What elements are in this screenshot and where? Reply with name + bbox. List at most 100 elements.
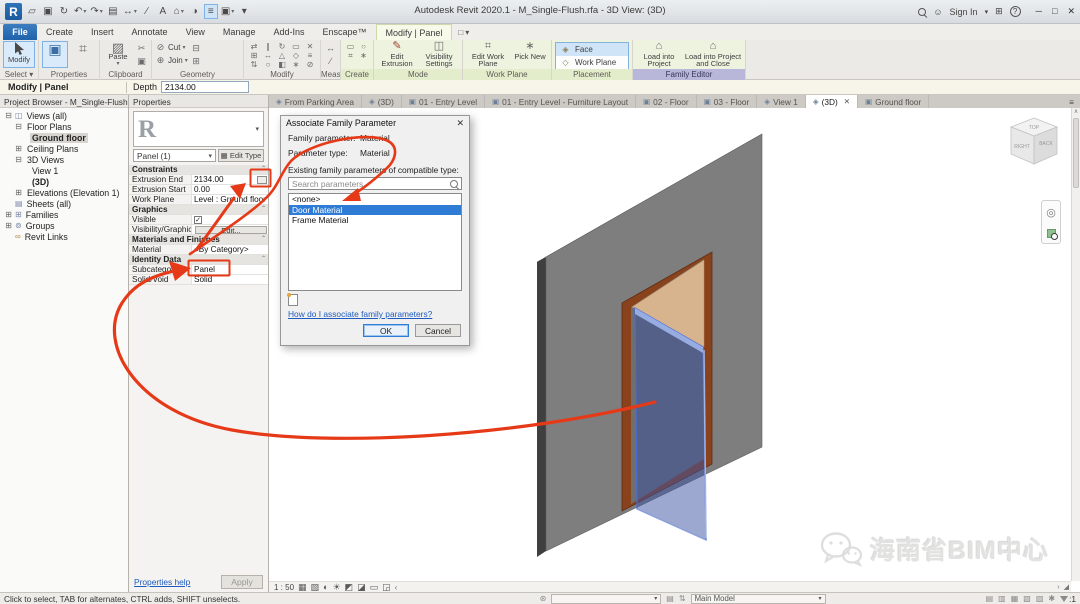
minimize-button[interactable]: ─ — [1036, 6, 1042, 17]
new-parameter-button[interactable] — [288, 294, 298, 306]
scale-icon[interactable]: ⇅ — [251, 60, 258, 69]
collapse-section-icon[interactable]: ˆ — [262, 255, 268, 264]
associate-parameter-button[interactable] — [257, 176, 267, 184]
reveal-hidden-elements-icon[interactable]: ◲ — [382, 582, 391, 593]
tree-item-families[interactable]: ⊞⊞Families — [0, 209, 128, 220]
unpin-icon[interactable]: ◧ — [278, 60, 286, 69]
cut-geometry-button[interactable]: ⊘Cut▾ — [155, 41, 188, 54]
measure-between-icon[interactable]: ↔ — [324, 42, 337, 54]
paint-icon[interactable]: ⊞ — [190, 55, 203, 67]
family-types-button[interactable]: ⌗ — [70, 41, 96, 68]
associate-help-link[interactable]: How do I associate family parameters? — [288, 309, 432, 319]
open-icon[interactable]: ▱ — [25, 4, 39, 19]
parameter-item-frame-material[interactable]: Frame Material — [289, 215, 461, 226]
align-icon[interactable]: ↔ — [264, 51, 272, 60]
tab-add-ins[interactable]: Add-Ins — [264, 24, 313, 40]
tab-insert[interactable]: Insert — [82, 24, 123, 40]
ok-button[interactable]: OK — [363, 324, 409, 337]
vertical-scrollbar[interactable]: ∧ — [1071, 108, 1080, 581]
aligned-dimension-icon[interactable]: ∕ — [140, 4, 154, 19]
section-icon[interactable]: ◑ — [188, 4, 202, 19]
scroll-right-icon[interactable]: › — [1057, 584, 1059, 591]
offset-icon[interactable]: ∥ — [266, 42, 270, 51]
paste-button[interactable]: ▨Paste▾ — [103, 41, 133, 68]
depth-input[interactable]: 2134.00 — [161, 81, 249, 93]
section-graphics[interactable]: Graphicsˆ — [129, 205, 268, 215]
extrusion-end-value[interactable]: 2134.00 — [191, 175, 268, 184]
tree-item-ceiling-plans[interactable]: ⊞Ceiling Plans — [0, 143, 128, 154]
collapse-view-control-bar-icon[interactable]: ‹ — [395, 583, 398, 592]
search-icon[interactable] — [918, 8, 926, 16]
tab-enscape[interactable]: Enscape™ — [313, 24, 375, 40]
visible-checkbox[interactable]: ✓ — [194, 216, 202, 224]
tree-item-view-1[interactable]: View 1 — [0, 165, 128, 176]
section-identity-data[interactable]: Identity Dataˆ — [129, 255, 268, 265]
expander-icon[interactable]: ⊟ — [14, 155, 23, 164]
expander-icon[interactable]: ⊞ — [14, 144, 23, 153]
collapse-section-icon[interactable]: ˆ — [262, 205, 268, 214]
move-icon[interactable]: ⇄ — [251, 42, 258, 51]
tree-item-views-all[interactable]: ⊟◫Views (all) — [0, 110, 128, 121]
parameter-item-door-material[interactable]: Door Material — [289, 205, 461, 216]
redo-icon[interactable]: ↷▾ — [89, 4, 103, 19]
demolish-icon[interactable]: ⊘ — [307, 60, 314, 69]
app-store-icon[interactable]: ⊞ — [995, 6, 1003, 17]
cancel-button[interactable]: Cancel — [415, 324, 461, 337]
split-icon[interactable]: ◇ — [293, 51, 299, 60]
zoom-tool-icon[interactable] — [1047, 229, 1056, 238]
measure-dropdown-icon[interactable]: ▾ — [134, 8, 137, 15]
pick-new-button[interactable]: ∗Pick New — [512, 41, 548, 68]
match-icon[interactable]: ∗ — [293, 60, 300, 69]
placement-face-option[interactable]: ◈Face — [556, 43, 628, 56]
sun-path-icon[interactable]: ◐ — [323, 582, 328, 592]
select-underlay-icon[interactable]: ▧ — [1023, 594, 1031, 603]
type-selector[interactable]: R ▾ — [133, 111, 264, 147]
view-tab-entry-level-furniture[interactable]: ▣01 - Entry Level - Furniture Layout — [485, 95, 636, 108]
material-value[interactable]: <By Category> — [191, 245, 268, 254]
expander-icon[interactable]: ⊞ — [14, 188, 23, 197]
rotate-icon[interactable]: ↻ — [279, 42, 286, 51]
expander-icon[interactable]: ⊞ — [4, 210, 13, 219]
tab-view[interactable]: View — [177, 24, 214, 40]
tree-item-floor-plans[interactable]: ⊟Floor Plans — [0, 121, 128, 132]
customize-qat-icon[interactable]: ▾ — [237, 4, 251, 19]
dialog-close-icon[interactable]: ✕ — [456, 118, 464, 129]
create-tool-icon-4[interactable]: ∗ — [360, 51, 367, 60]
tree-item-ground-floor[interactable]: Ground floor — [0, 132, 128, 143]
measure-icon[interactable]: ↔▾ — [122, 4, 138, 19]
view-tab-3d-active[interactable]: ◈(3D)✕ — [806, 95, 858, 108]
edit-work-plane-button[interactable]: ⌗Edit Work Plane — [466, 41, 510, 68]
scale-control[interactable]: 1 : 50 — [274, 583, 294, 592]
undo-dropdown-icon[interactable]: ▾ — [83, 8, 86, 15]
dialog-title-bar[interactable]: Associate Family Parameter ✕ — [281, 116, 469, 130]
extrusion-start-value[interactable]: 0.00 — [191, 185, 268, 194]
collapse-section-icon[interactable]: ˆ — [262, 165, 268, 174]
placement-work-plane-option[interactable]: ◇Work Plane — [556, 56, 628, 69]
help-icon[interactable]: ? — [1010, 6, 1021, 17]
crop-view-icon[interactable]: ◩ — [345, 582, 354, 593]
show-crop-region-icon[interactable]: ◪ — [357, 582, 366, 593]
resize-grip-icon[interactable]: ◢ — [1064, 583, 1069, 591]
print-icon[interactable]: ▤ — [106, 4, 120, 19]
shadows-icon[interactable]: ☀ — [332, 582, 340, 593]
subcategory-value[interactable]: Panel — [191, 265, 268, 274]
design-options-combo[interactable]: Main Model▾ — [691, 594, 826, 604]
apply-button[interactable]: Apply — [221, 575, 263, 589]
tree-item-groups[interactable]: ⊞⊚Groups — [0, 220, 128, 231]
match-properties-icon[interactable]: ▣ — [135, 55, 148, 67]
redo-dropdown-icon[interactable]: ▾ — [100, 8, 103, 15]
project-browser-title[interactable]: Project Browser - M_Single-Flush.rfa — [0, 95, 128, 108]
array-icon[interactable]: ≡ — [308, 51, 313, 60]
load-into-project-button[interactable]: ⌂Load into Project — [636, 41, 682, 68]
tab-file[interactable]: File — [3, 24, 37, 40]
restore-button[interactable]: □ — [1052, 6, 1057, 17]
panel-caption-select[interactable]: Select ▾ — [0, 69, 38, 80]
tab-annotate[interactable]: Annotate — [123, 24, 177, 40]
tree-item-3d[interactable]: (3D) — [0, 176, 128, 187]
visual-style-icon[interactable]: ▧ — [311, 582, 320, 593]
detail-level-icon[interactable]: ▦ — [298, 582, 307, 593]
copy-icon[interactable]: ⊞ — [251, 51, 258, 60]
work-plane-value[interactable]: Level : Ground floor — [191, 195, 268, 204]
mirror-icon[interactable]: △ — [279, 51, 285, 60]
3d-dropdown-icon[interactable]: ▾ — [181, 8, 184, 15]
